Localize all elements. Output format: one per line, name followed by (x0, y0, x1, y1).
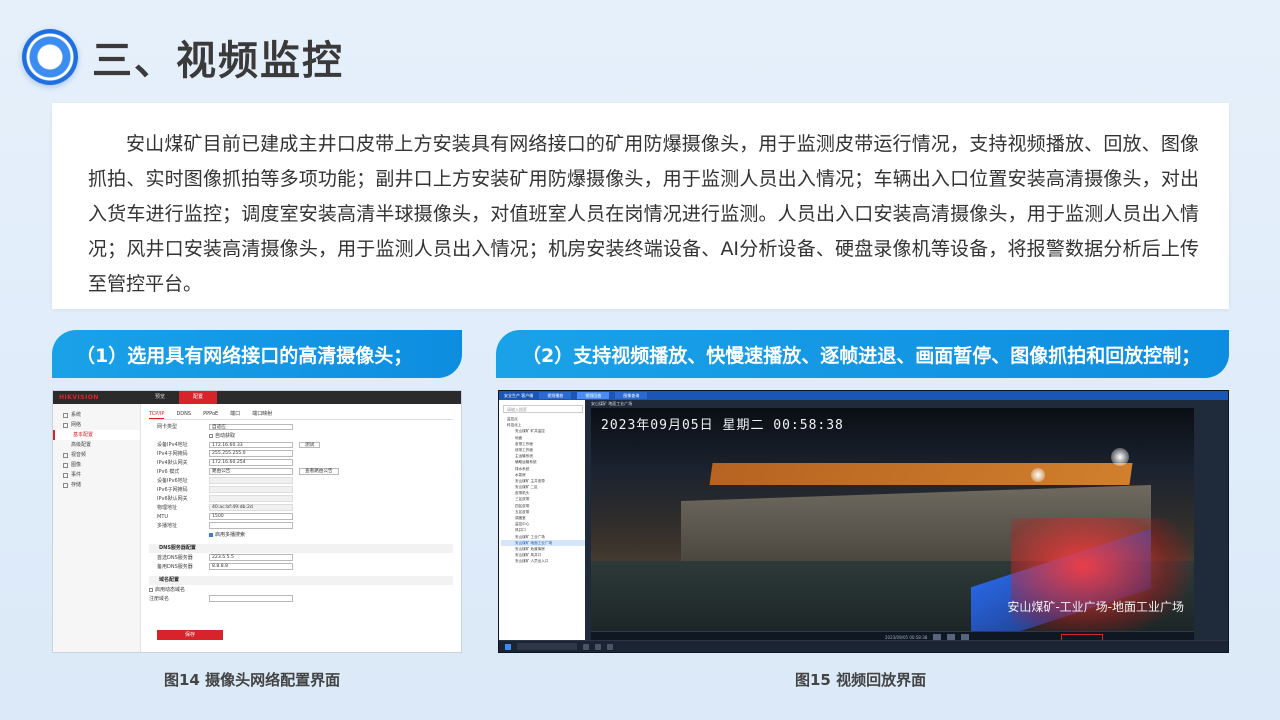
form-row-ddns-enable: 启用动态域名 (149, 585, 453, 593)
ddns-checkbox[interactable]: 启用动态域名 (149, 586, 185, 593)
video-icon (63, 452, 68, 458)
dns-primary-field[interactable]: 223.5.5.5 (209, 554, 293, 561)
domain-section-title: 域名配置 (149, 575, 453, 585)
form-row-ipv4: 设备IPv4地址 172.16.60.33 测试 (149, 441, 453, 449)
tab-tcpip[interactable]: TCP/IP (149, 409, 165, 419)
form-row-dhcp: 自动获取 (149, 432, 453, 440)
image-icon (63, 462, 68, 468)
hikvision-logo: HIKVISION (59, 394, 99, 401)
multicast-search-checkbox[interactable]: 启用多播搜索 (209, 531, 245, 538)
intro-panel: 安山煤矿目前已建成主井口皮带上方安装具有网络接口的矿用防爆摄像头，用于监测皮带运… (52, 103, 1229, 309)
event-icon (63, 472, 68, 478)
route-button[interactable]: 查看路由公告 (299, 468, 339, 475)
sidebar-item-advanced[interactable]: 高级配置 (53, 440, 140, 450)
page-title: 三、视频监控 (92, 38, 344, 84)
taskbar-app-icon[interactable] (595, 643, 601, 650)
sidebar-item-storage[interactable]: 存储 (53, 480, 140, 490)
form-row-mtu: MTU 1500 (149, 512, 453, 520)
video-playback-screenshot: 安全生产 客户端 视频播放 视频回放 图像查询 请输入搜索 监控点 科技北上 安山煤… (498, 390, 1229, 653)
mtu-field[interactable]: 1500 (209, 513, 293, 520)
tab-live[interactable]: 视频播放 (539, 392, 572, 399)
ipv4-address-field[interactable]: 172.16.60.33 (209, 441, 293, 448)
osd-location: 安山煤矿-工业广场-地面工业广场 (1007, 600, 1184, 614)
sidebar-item-event[interactable]: 事件 (53, 470, 140, 480)
sidebar-item-system[interactable]: 系统 (53, 410, 140, 420)
osd-timestamp: 2023年09月05日 星期二 00:58:38 (601, 418, 844, 433)
ipv6-address-field[interactable] (209, 477, 293, 484)
form-row-dns2: 备用DNS服务器 8.8.8.8 (149, 562, 453, 570)
tab-pppoe[interactable]: PPPoE (203, 409, 218, 419)
tab-port-mapping[interactable]: 端口映射 (252, 409, 272, 419)
form-row-ipv6-addr: 设备IPv6地址 (149, 477, 453, 485)
nic-type-select[interactable]: 自适应 (209, 423, 293, 431)
form-row-ipv6-mask: IPv6子网掩码 (149, 485, 453, 493)
tab-preview[interactable]: 预览 (141, 391, 179, 404)
ipv4-mask-field[interactable]: 255.255.255.0 (209, 450, 293, 457)
camera-sidebar: 系统 网络 基本配置 高级配置 视音频 图像 事件 存储 (53, 404, 141, 652)
video-scene-lamp (1031, 468, 1045, 482)
camera-config-main: TCP/IP DDNS PPPoE 端口 端口映射 网卡类型 自适应 自动获取 设… (149, 409, 453, 652)
camera-search-input[interactable]: 请输入搜索 (503, 405, 583, 413)
camera-title: 安山煤矿 地面工业广场 (591, 401, 633, 406)
sidebar-item-network[interactable]: 网络 (53, 420, 140, 430)
intro-paragraph: 安山煤矿目前已建成主井口皮带上方安装具有网络接口的矿用防爆摄像头，用于监测皮带运… (88, 133, 1199, 295)
form-row-ipv6-mode: IPv6 模式 路由公告 查看路由公告 (149, 468, 453, 476)
ipv6-mode-select[interactable]: 路由公告 (209, 468, 293, 475)
timeline-time: 2023/09/05 00:58:38 (885, 634, 928, 640)
dns-section-title: DNS服务器配置 (149, 543, 453, 553)
windows-start-icon[interactable] (505, 643, 511, 650)
playback-top-bar: 安全生产 客户端 视频播放 视频回放 图像查询 (499, 391, 1228, 400)
form-row-multicast: 多播地址 (149, 521, 453, 529)
video-scene-lamp (1111, 448, 1129, 466)
video-scene-roof (709, 463, 1133, 485)
camera-top-bar: HIKVISION 预览 配置 (53, 391, 461, 404)
taskbar-app-icon[interactable] (607, 643, 613, 650)
form-row-gateway: IPv4默认网关 172.16.60.254 (149, 459, 453, 467)
title-bar: 三、视频监控 (22, 28, 344, 86)
domain-field[interactable] (209, 595, 293, 602)
windows-taskbar (499, 640, 1228, 652)
tab-ddns[interactable]: DDNS (176, 409, 191, 419)
tab-image-query[interactable]: 图像查询 (615, 392, 648, 399)
form-row-multicast-search: 启用多播搜索 (149, 530, 453, 538)
taskbar-search[interactable] (517, 643, 577, 650)
app-title: 安全生产 客户端 (504, 392, 534, 398)
left-figure-caption: 图14 摄像头网络配置界面 (164, 671, 341, 689)
video-frame[interactable]: 2023年09月05日 星期二 00:58:38 安山煤矿-工业广场-地面工业广… (591, 408, 1194, 631)
camera-tree-panel: 请输入搜索 监控点 科技北上 安山煤矿 矿井监控 地面 皮带工作面 综采工作面 主运输系统辅… (499, 400, 585, 640)
ipv6-gateway-field[interactable] (209, 495, 293, 502)
form-row-nic: 网卡类型 自适应 (149, 423, 453, 431)
right-figure-caption: 图15 视频回放界面 (795, 671, 927, 689)
tab-config[interactable]: 配置 (179, 391, 218, 404)
sidebar-item-image[interactable]: 图像 (53, 460, 140, 470)
taskbar-app-icon[interactable] (583, 643, 589, 650)
save-button[interactable]: 保存 (157, 630, 223, 640)
tab-playback[interactable]: 视频回放 (577, 392, 610, 399)
test-button[interactable]: 测试 (299, 441, 321, 448)
dhcp-checkbox[interactable]: 自动获取 (209, 432, 235, 439)
target-circle-icon (22, 29, 78, 85)
mac-address-field: 40:ac:bf:49:db:2d (209, 504, 293, 511)
sidebar-item-basic[interactable]: 基本配置 (53, 430, 140, 440)
dns-secondary-field[interactable]: 8.8.8.8 (209, 563, 293, 570)
system-icon (63, 412, 68, 418)
form-row-mask: IPv4子网掩码 255.255.255.0 (149, 450, 453, 458)
ipv6-mask-field[interactable] (209, 486, 293, 493)
multicast-field[interactable] (209, 522, 293, 529)
left-section-header: （1）选用具有网络接口的高清摄像头； (52, 330, 462, 378)
form-row-dns1: 首选DNS服务器 223.5.5.5 (149, 553, 453, 561)
camera-config-screenshot: HIKVISION 预览 配置 系统 网络 基本配置 高级配置 视音频 图像 事… (52, 390, 462, 653)
camera-tree: 监控点 科技北上 安山煤矿 矿井监控 地面 皮带工作面 综采工作面 主运输系统 辅助运输系统排… (501, 416, 585, 565)
network-icon (63, 422, 68, 428)
storage-icon (63, 482, 68, 488)
form-row-domain: 注册域名 (149, 594, 453, 602)
form-row-ipv6-gw: IPv6默认网关 (149, 494, 453, 502)
camera-tree-item[interactable]: 安山煤矿 人员出入口 (501, 558, 585, 564)
ipv4-gateway-field[interactable]: 172.16.60.254 (209, 459, 293, 466)
right-section-header: （2）支持视频播放、快慢速播放、逐帧进退、画面暂停、图像抓拍和回放控制； (496, 330, 1229, 378)
config-tabs: TCP/IP DDNS PPPoE 端口 端口映射 (149, 409, 453, 420)
sidebar-item-av[interactable]: 视音频 (53, 450, 140, 460)
tab-port[interactable]: 端口 (230, 409, 240, 419)
form-row-mac: 物理地址 40:ac:bf:49:db:2d (149, 503, 453, 511)
